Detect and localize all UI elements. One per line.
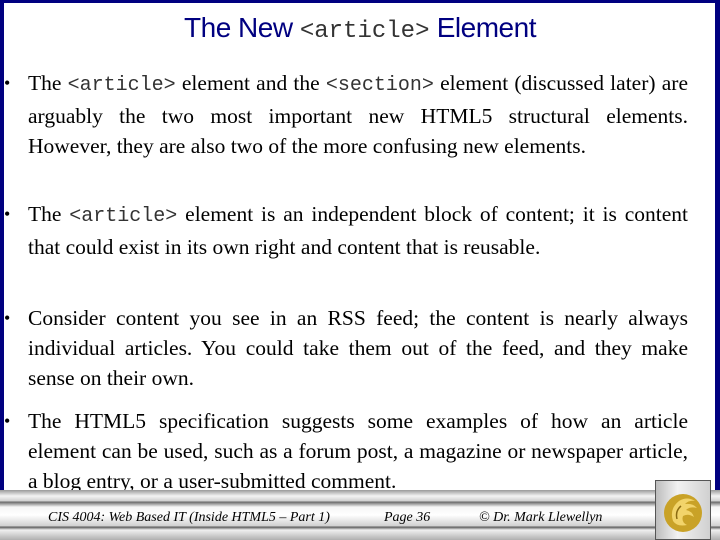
bullet-text-run: element and the	[175, 71, 326, 95]
bullet-icon: •	[4, 411, 11, 431]
inline-code: <article>	[69, 205, 178, 228]
slide-title: The New <article> Element	[0, 12, 720, 45]
title-prefix: The New	[184, 12, 293, 43]
inline-code: <section>	[325, 74, 434, 97]
bullet-text-run: Consider content you see in an RSS feed;…	[28, 306, 688, 390]
bullet-text: The <article> element and the <section> …	[28, 68, 688, 161]
bullet-icon: •	[4, 204, 11, 224]
footer-author: © Dr. Mark Llewellyn	[479, 510, 603, 525]
bullet-text-run: The	[28, 202, 70, 226]
bullet-text: The <article> element is an independent …	[28, 199, 688, 262]
bullet-text: The HTML5 specification suggests some ex…	[28, 406, 688, 496]
bullet-text-run: The HTML5 specification suggests some ex…	[28, 409, 688, 493]
bullet-item: • The HTML5 specification suggests some …	[4, 406, 688, 496]
title-suffix: Element	[436, 12, 537, 43]
bullet-icon: •	[4, 73, 11, 93]
pegasus-logo-icon	[664, 494, 702, 532]
logo-frame	[655, 480, 711, 540]
footer-course: CIS 4004: Web Based IT (Inside HTML5 – P…	[48, 510, 330, 525]
footer-page-number: Page 36	[384, 510, 431, 525]
slide-footer: CIS 4004: Web Based IT (Inside HTML5 – P…	[0, 490, 720, 540]
bullet-item: • The <article> element is an independen…	[4, 199, 688, 262]
bullet-icon: •	[4, 308, 11, 328]
bullet-item: • Consider content you see in an RSS fee…	[4, 303, 688, 393]
bullet-item: • The <article> element and the <section…	[4, 68, 688, 161]
bullet-text: Consider content you see in an RSS feed;…	[28, 303, 688, 393]
inline-code: <article>	[67, 74, 176, 97]
title-code: <article>	[299, 18, 430, 45]
bullet-text-run: The	[28, 71, 68, 95]
